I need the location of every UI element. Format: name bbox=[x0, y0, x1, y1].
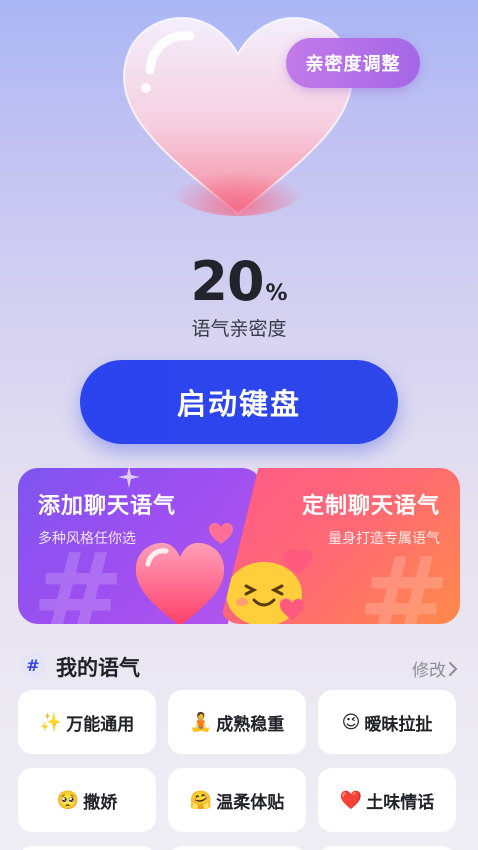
tone-chip[interactable] bbox=[168, 846, 306, 850]
hash-icon: # bbox=[20, 652, 46, 678]
hash-decoration-icon: # bbox=[32, 529, 125, 624]
small-heart-icon bbox=[284, 549, 312, 574]
start-keyboard-button[interactable]: 启动键盘 bbox=[80, 360, 398, 444]
add-tone-card-title: 添加聊天语气 bbox=[38, 494, 177, 519]
red-heart-icon: ❤️ bbox=[339, 789, 363, 811]
chevron-right-icon bbox=[449, 661, 458, 676]
tone-chip[interactable]: 🤗 温柔体贴 bbox=[168, 768, 306, 832]
small-heart-icon bbox=[280, 599, 304, 620]
intimacy-percent-sign: % bbox=[265, 281, 288, 306]
tone-chip[interactable]: ❤️ 土味情话 bbox=[318, 768, 456, 832]
my-tones-title: 我的语气 bbox=[56, 656, 140, 680]
pleading-face-icon: 🥺 bbox=[56, 789, 80, 811]
tone-chip-label: 温柔体贴 bbox=[216, 792, 285, 813]
tone-chip-label: 暧昧拉扯 bbox=[364, 714, 433, 735]
edit-tones-link[interactable]: 修改 bbox=[412, 656, 458, 681]
intimacy-label: 语气亲密度 bbox=[191, 318, 287, 340]
tone-chip[interactable]: 🧘 成熟稳重 bbox=[168, 690, 306, 754]
tone-chip[interactable] bbox=[18, 846, 156, 850]
tone-chip[interactable]: 😉 暧昧拉扯 bbox=[318, 690, 456, 754]
custom-tone-card[interactable]: 定制聊天语气 量身打造专属语气 # bbox=[220, 468, 460, 624]
hug-face-icon: 🤗 bbox=[189, 789, 213, 811]
wink-face-icon: 😉 bbox=[341, 711, 361, 733]
small-heart-icon bbox=[209, 523, 233, 544]
intimacy-percent: 20% bbox=[0, 250, 478, 313]
tone-chip-label: 成熟稳重 bbox=[216, 714, 285, 735]
custom-tone-card-title: 定制聊天语气 bbox=[301, 494, 440, 519]
meditation-icon: 🧘 bbox=[189, 711, 213, 733]
edit-tones-label: 修改 bbox=[412, 661, 446, 681]
sparkle-icon bbox=[118, 468, 140, 488]
tone-chip-label: 土味情话 bbox=[366, 792, 435, 813]
tone-chip[interactable] bbox=[318, 846, 456, 850]
tone-chip[interactable]: 🥺 撒娇 bbox=[18, 768, 156, 832]
tone-chip-label: 万能通用 bbox=[66, 714, 135, 735]
pink-heart-icon bbox=[135, 542, 225, 624]
hash-decoration-icon: # bbox=[357, 533, 450, 624]
add-tone-card[interactable]: 添加聊天语气 多种风格任你选 # bbox=[18, 468, 262, 624]
my-tones-header: # 我的语气 修改 bbox=[0, 648, 478, 684]
intimacy-percent-value: 20 bbox=[190, 250, 264, 313]
my-tones-grid: ✨ 万能通用 🧘 成熟稳重 😉 暧昧拉扯 🥺 撒娇 🤗 温柔体贴 ❤️ 土味情话 bbox=[18, 690, 460, 850]
tone-chip[interactable]: ✨ 万能通用 bbox=[18, 690, 156, 754]
intimacy-adjust-button[interactable]: 亲密度调整 bbox=[286, 38, 420, 88]
tone-chip-label: 撒娇 bbox=[83, 792, 118, 813]
sparkles-icon: ✨ bbox=[39, 711, 63, 733]
